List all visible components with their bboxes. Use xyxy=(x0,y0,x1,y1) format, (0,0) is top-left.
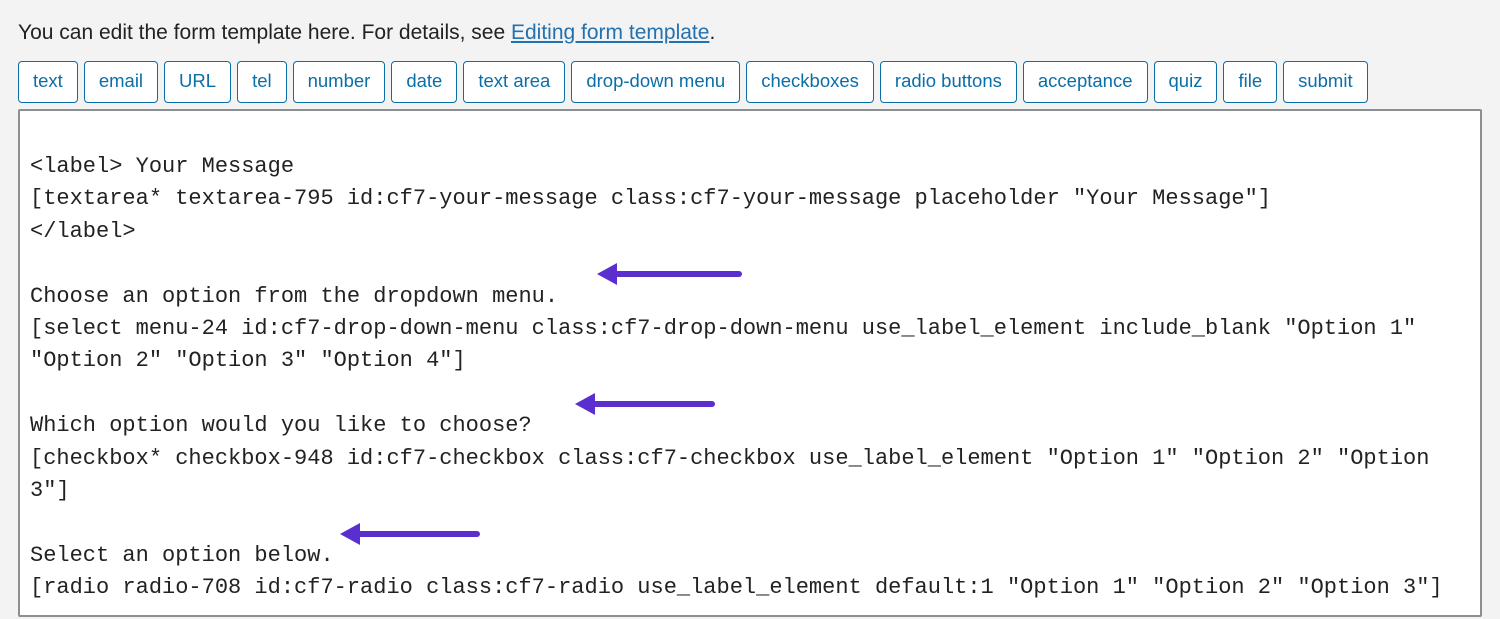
tag-button-acceptance[interactable]: acceptance xyxy=(1023,61,1148,103)
tag-button-submit[interactable]: submit xyxy=(1283,61,1368,103)
tag-button-quiz[interactable]: quiz xyxy=(1154,61,1218,103)
intro-link[interactable]: Editing form template xyxy=(511,21,709,44)
tag-button-dropdown[interactable]: drop-down menu xyxy=(571,61,740,103)
form-template-editor: <label> Your Message [textarea* textarea… xyxy=(18,109,1482,617)
editor-scroll[interactable]: <label> Your Message [textarea* textarea… xyxy=(20,111,1480,615)
tag-button-tel[interactable]: tel xyxy=(237,61,287,103)
tag-button-text[interactable]: text xyxy=(18,61,78,103)
intro-before: You can edit the form template here. For… xyxy=(18,21,511,44)
tag-button-number[interactable]: number xyxy=(293,61,386,103)
tag-button-url[interactable]: URL xyxy=(164,61,231,103)
tag-button-radio[interactable]: radio buttons xyxy=(880,61,1017,103)
tag-button-date[interactable]: date xyxy=(391,61,457,103)
tag-button-checkboxes[interactable]: checkboxes xyxy=(746,61,874,103)
tag-button-file[interactable]: file xyxy=(1223,61,1277,103)
intro-text: You can edit the form template here. For… xyxy=(18,18,1486,47)
tag-button-textarea[interactable]: text area xyxy=(463,61,565,103)
tag-button-bar: text email URL tel number date text area… xyxy=(18,61,1486,103)
intro-after: . xyxy=(709,21,715,44)
form-template-textarea[interactable]: <label> Your Message [textarea* textarea… xyxy=(20,111,1480,615)
tag-button-email[interactable]: email xyxy=(84,61,158,103)
